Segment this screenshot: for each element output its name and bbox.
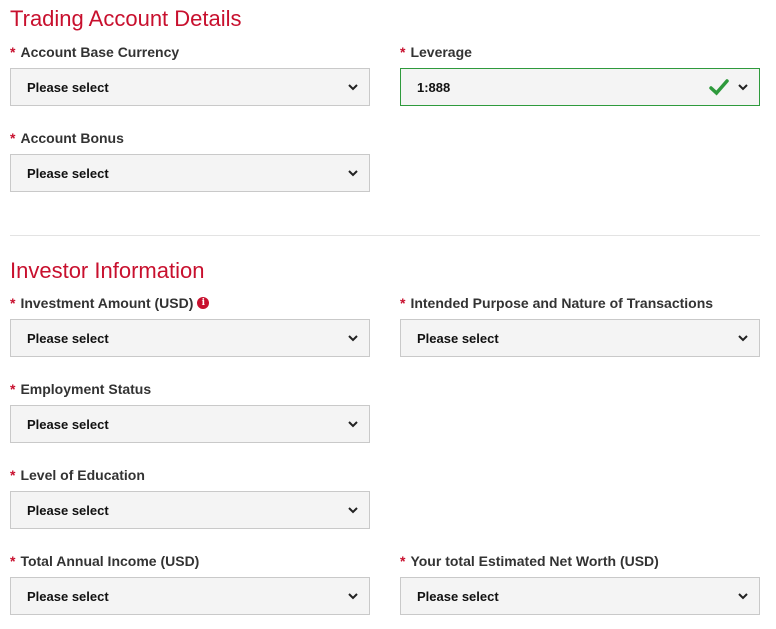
leverage-select-value: 1:888	[417, 79, 451, 95]
education-label: * Level of Education	[10, 466, 370, 484]
purpose-label: * Intended Purpose and Nature of Transac…	[400, 294, 760, 312]
employment-label: * Employment Status	[10, 380, 370, 398]
income-select[interactable]: Please select	[10, 577, 370, 615]
networth-label: * Your total Estimated Net Worth (USD)	[400, 552, 760, 570]
currency-field: * Account Base Currency Please select	[10, 43, 370, 106]
check-icon	[709, 79, 729, 96]
bonus-select-value: Please select	[27, 165, 109, 181]
investment-label: * Investment Amount (USD) i	[10, 294, 370, 312]
purpose-label-text: Intended Purpose and Nature of Transacti…	[410, 295, 714, 311]
section-title-investor: Investor Information	[10, 258, 205, 283]
networth-select[interactable]: Please select	[400, 577, 760, 615]
leverage-label: * Leverage	[400, 43, 760, 61]
employment-field: * Employment Status Please select	[10, 380, 370, 443]
bonus-select[interactable]: Please select	[10, 154, 370, 192]
employment-select-value: Please select	[27, 416, 109, 432]
purpose-field: * Intended Purpose and Nature of Transac…	[400, 294, 760, 357]
chevron-down-icon	[348, 593, 358, 600]
bonus-field: * Account Bonus Please select	[10, 129, 370, 192]
purpose-select[interactable]: Please select	[400, 319, 760, 357]
income-label: * Total Annual Income (USD)	[10, 552, 370, 570]
section-title-trading: Trading Account Details	[10, 6, 242, 31]
currency-label: * Account Base Currency	[10, 43, 370, 61]
required-marker: *	[10, 44, 16, 60]
leverage-field: * Leverage 1:888	[400, 43, 760, 106]
income-field: * Total Annual Income (USD) Please selec…	[10, 552, 370, 615]
required-marker: *	[400, 295, 406, 311]
employment-select[interactable]: Please select	[10, 405, 370, 443]
required-marker: *	[400, 44, 406, 60]
chevron-down-icon	[348, 507, 358, 514]
investment-select-value: Please select	[27, 330, 109, 346]
investment-select[interactable]: Please select	[10, 319, 370, 357]
chevron-down-icon	[738, 593, 748, 600]
education-select[interactable]: Please select	[10, 491, 370, 529]
networth-label-text: Your total Estimated Net Worth (USD)	[410, 553, 659, 569]
chevron-down-icon	[738, 84, 748, 91]
income-label-text: Total Annual Income (USD)	[20, 553, 200, 569]
chevron-down-icon	[348, 421, 358, 428]
chevron-down-icon	[348, 170, 358, 177]
employment-label-text: Employment Status	[20, 381, 152, 397]
currency-label-text: Account Base Currency	[20, 44, 180, 60]
chevron-down-icon	[738, 335, 748, 342]
bonus-label: * Account Bonus	[10, 129, 370, 147]
investment-label-text: Investment Amount (USD)	[20, 295, 194, 311]
required-marker: *	[10, 381, 16, 397]
leverage-label-text: Leverage	[410, 44, 472, 60]
education-label-text: Level of Education	[20, 467, 145, 483]
currency-select[interactable]: Please select	[10, 68, 370, 106]
education-field: * Level of Education Please select	[10, 466, 370, 529]
section-divider	[10, 235, 760, 236]
required-marker: *	[10, 130, 16, 146]
required-marker: *	[400, 553, 406, 569]
required-marker: *	[10, 553, 16, 569]
required-marker: *	[10, 295, 16, 311]
networth-field: * Your total Estimated Net Worth (USD) P…	[400, 552, 760, 615]
income-select-value: Please select	[27, 588, 109, 604]
leverage-select[interactable]: 1:888	[400, 68, 760, 106]
investment-field: * Investment Amount (USD) i Please selec…	[10, 294, 370, 357]
education-select-value: Please select	[27, 502, 109, 518]
networth-select-value: Please select	[417, 588, 499, 604]
required-marker: *	[10, 467, 16, 483]
chevron-down-icon	[348, 335, 358, 342]
purpose-select-value: Please select	[417, 330, 499, 346]
chevron-down-icon	[348, 84, 358, 91]
currency-select-value: Please select	[27, 79, 109, 95]
info-icon[interactable]: i	[197, 297, 210, 309]
bonus-label-text: Account Bonus	[20, 130, 124, 146]
